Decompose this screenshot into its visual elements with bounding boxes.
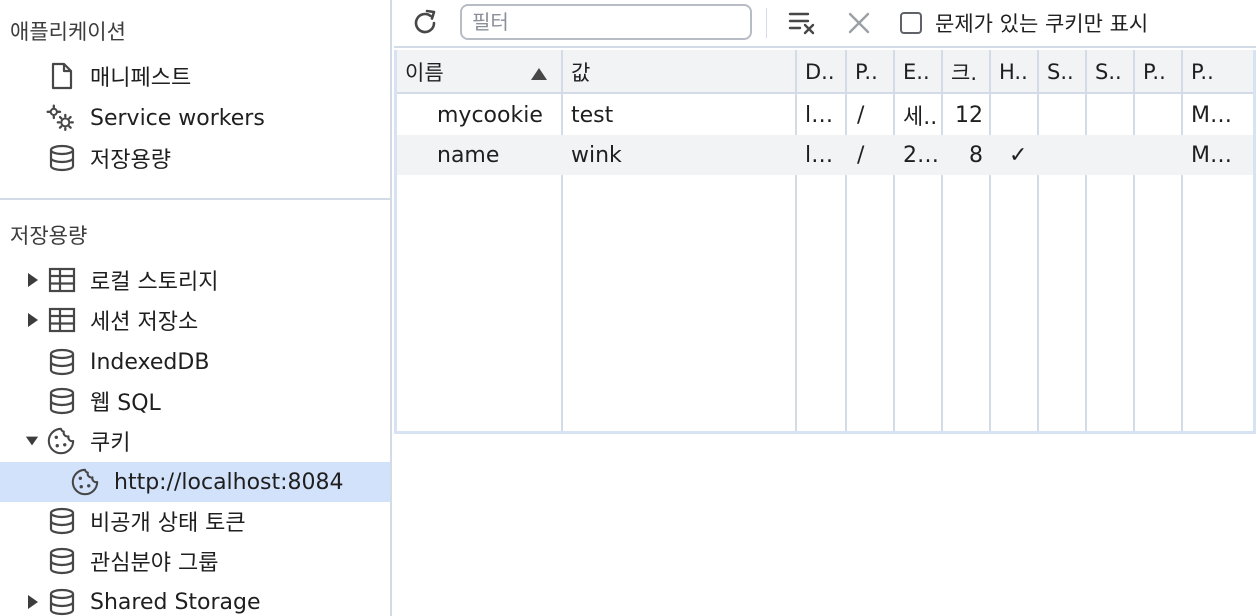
expand-arrow-icon[interactable] xyxy=(26,312,40,328)
column-header-label: E.. xyxy=(903,60,930,84)
sidebar-item-interest-groups[interactable]: 관심분야 그룹 xyxy=(0,541,390,581)
sidebar-item-label: 웹 SQL xyxy=(90,391,161,416)
sidebar-item-web-sql[interactable]: 웹 SQL xyxy=(0,381,390,421)
cell-value: test xyxy=(571,102,614,128)
sidebar-item-manifest[interactable]: 매니페스트 xyxy=(0,56,390,96)
storage-section-title: 저장용량 xyxy=(10,224,88,248)
sidebar-item-cookie-origin[interactable]: http://localhost:8084 xyxy=(0,462,390,502)
gears-icon xyxy=(45,103,75,133)
cell-path: / xyxy=(857,102,865,128)
column-header-partition-key[interactable]: P.. xyxy=(1143,50,1179,94)
column-header-path[interactable]: P.. xyxy=(855,50,891,94)
sidebar-item-label: 매니페스트 xyxy=(90,66,192,91)
sidebar-item-label: Service workers xyxy=(90,105,265,131)
column-header-value[interactable]: 값 xyxy=(571,50,791,94)
only-issues-label[interactable]: 문제가 있는 쿠키만 표시 xyxy=(935,8,1148,38)
database-icon xyxy=(47,347,77,377)
cell-size: 12 xyxy=(955,102,983,128)
column-header-label: P.. xyxy=(1191,60,1214,84)
sidebar-item-service-workers[interactable]: Service workers xyxy=(0,98,390,138)
sidebar-item-local-storage[interactable]: 로컬 스토리지 xyxy=(0,260,390,300)
cell-expires: 세.. xyxy=(903,105,938,130)
column-header-label: H.. xyxy=(999,60,1028,84)
column-header-label: P.. xyxy=(1143,60,1166,84)
column-header-secure[interactable]: S.. xyxy=(1047,50,1083,94)
cell-value: wink xyxy=(571,142,622,168)
sidebar-item-label: IndexedDB xyxy=(90,349,210,375)
cell-name: mycookie xyxy=(437,102,543,128)
column-header-domain[interactable]: D.. xyxy=(805,50,843,94)
toolbar-separator xyxy=(766,8,767,38)
sidebar-item-label: 쿠키 xyxy=(90,431,131,456)
cookie-preview-pane xyxy=(394,434,1256,616)
cell-priority: M… xyxy=(1191,142,1232,168)
column-header-label: S.. xyxy=(1047,60,1074,84)
clear-all-icon[interactable] xyxy=(786,6,820,40)
sidebar-item-label: http://localhost:8084 xyxy=(114,469,344,495)
sidebar-item-label: Shared Storage xyxy=(90,589,261,615)
database-icon xyxy=(47,506,77,536)
column-header-label: S.. xyxy=(1095,60,1122,84)
sidebar-item-label: 관심분야 그룹 xyxy=(90,551,219,576)
section-divider xyxy=(0,198,392,200)
table-row[interactable]: mycookie test l… / 세.. 12 M… xyxy=(397,95,1253,135)
sidebar-item-label: 저장용량 xyxy=(90,148,171,173)
column-header-samesite[interactable]: S.. xyxy=(1095,50,1131,94)
column-header-label: 값 xyxy=(571,61,591,85)
database-icon xyxy=(47,143,77,173)
sidebar-item-label: 세션 저장소 xyxy=(90,310,199,335)
column-header-label: 크. xyxy=(951,61,977,85)
cookies-toolbar: 문제가 있는 쿠키만 표시 xyxy=(394,0,1256,48)
table-icon xyxy=(47,305,77,335)
sidebar-item-private-state-tokens[interactable]: 비공개 상태 토큰 xyxy=(0,501,390,541)
cell-size: 8 xyxy=(969,142,983,168)
close-icon[interactable] xyxy=(842,6,876,40)
table-icon xyxy=(47,265,77,295)
database-icon xyxy=(47,546,77,576)
cell-domain: l… xyxy=(805,142,834,168)
cell-name: name xyxy=(437,142,500,168)
column-header-httponly[interactable]: H.. xyxy=(999,50,1035,94)
cell-expires: 2… xyxy=(903,142,939,168)
sidebar-item-session-storage[interactable]: 세션 저장소 xyxy=(0,300,390,340)
cookie-icon xyxy=(46,426,76,456)
column-header-size[interactable]: 크. xyxy=(951,50,987,94)
file-icon xyxy=(47,61,77,91)
application-section-title: 애플리케이션 xyxy=(10,20,126,44)
cell-priority: M… xyxy=(1191,102,1232,128)
sort-ascending-icon xyxy=(529,63,549,80)
cell-path: / xyxy=(857,142,865,168)
column-header-label: D.. xyxy=(805,60,835,84)
database-icon xyxy=(47,587,77,616)
sidebar-item-indexeddb[interactable]: IndexedDB xyxy=(0,342,390,382)
column-header-priority[interactable]: P.. xyxy=(1191,50,1251,94)
sidebar: 애플리케이션 매니페스트 Service workers 저장용량 저장용량 로… xyxy=(0,0,392,616)
sidebar-item-cookies[interactable]: 쿠키 xyxy=(0,421,390,461)
collapse-arrow-icon[interactable] xyxy=(25,433,39,449)
refresh-icon[interactable] xyxy=(408,6,442,40)
column-header-expires[interactable]: E.. xyxy=(903,50,939,94)
sidebar-item-storage[interactable]: 저장용량 xyxy=(0,138,390,178)
cookies-table: 이름 값 D.. P.. E.. 크. H.. S.. S.. P.. P.. … xyxy=(394,50,1256,434)
sidebar-item-label: 로컬 스토리지 xyxy=(90,270,219,295)
column-header-label: 이름 xyxy=(405,61,444,85)
cell-httponly: ✓ xyxy=(1009,142,1028,168)
sidebar-item-shared-storage[interactable]: Shared Storage xyxy=(0,582,390,616)
expand-arrow-icon[interactable] xyxy=(26,272,40,288)
cookie-icon xyxy=(70,467,100,497)
column-header-label: P.. xyxy=(855,60,878,84)
cell-domain: l… xyxy=(805,102,834,128)
sidebar-item-label: 비공개 상태 토큰 xyxy=(90,511,246,536)
expand-arrow-icon[interactable] xyxy=(26,594,40,610)
database-icon xyxy=(47,386,77,416)
only-issues-checkbox[interactable] xyxy=(900,12,922,34)
cell-httponly xyxy=(1003,95,1033,135)
filter-input[interactable] xyxy=(460,4,752,40)
table-row[interactable]: name wink l… / 2… 8 ✓ M… xyxy=(397,135,1253,175)
